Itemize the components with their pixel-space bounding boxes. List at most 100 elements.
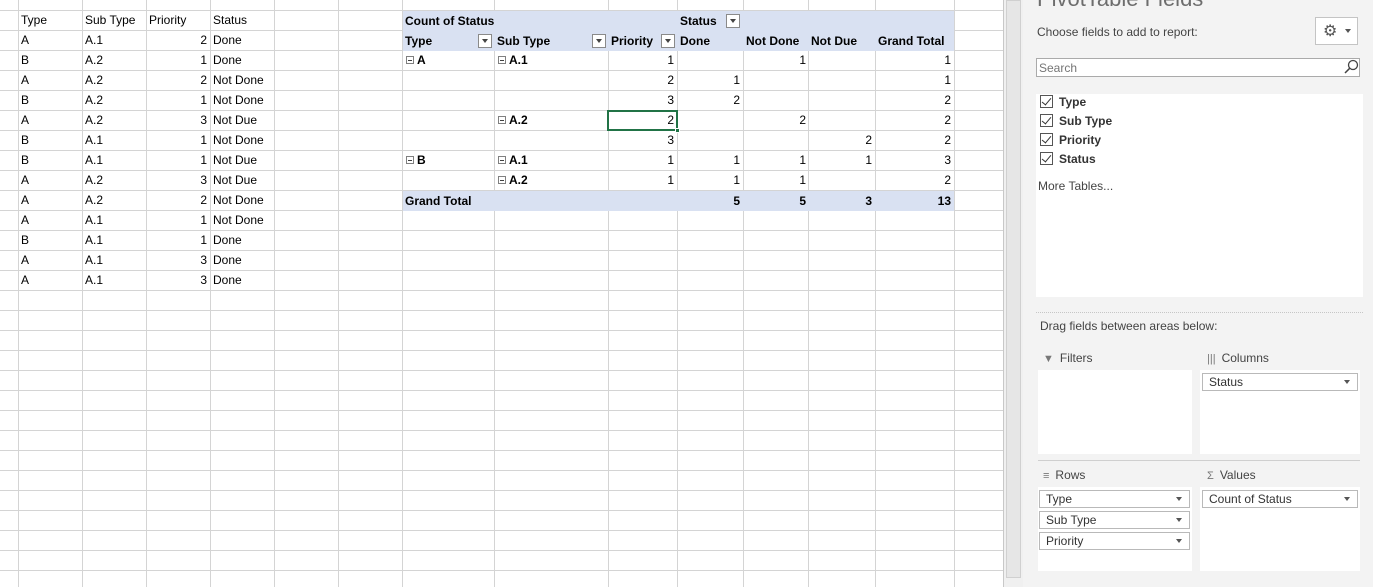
worksheet-grid[interactable]: Type Sub Type Priority Status A A.1 2 Done …: [0, 0, 1003, 587]
pivot-subtype-label[interactable]: A.2: [495, 170, 608, 190]
pivot-notdue-cell[interactable]: [808, 110, 875, 130]
pivot-type-label[interactable]: A: [403, 50, 494, 70]
pivot-col-header-notdue[interactable]: Not Due: [808, 31, 875, 51]
checkbox-checked-icon[interactable]: [1040, 95, 1053, 108]
source-cell-subtype[interactable]: A.1: [82, 210, 146, 230]
field-item-type[interactable]: Type: [1040, 93, 1086, 111]
pivot-priority-cell[interactable]: 3: [608, 130, 677, 150]
pivot-priority-cell[interactable]: 3: [608, 90, 677, 110]
pivot-notdue-cell[interactable]: 2: [808, 130, 875, 150]
pivot-notdone-cell[interactable]: 2: [743, 110, 809, 130]
field-item-priority[interactable]: Priority: [1040, 131, 1101, 149]
collapse-icon[interactable]: [498, 116, 506, 124]
columns-field-status[interactable]: Status: [1202, 373, 1358, 391]
source-cell-priority[interactable]: 3: [146, 270, 210, 290]
field-item-subtype[interactable]: Sub Type: [1040, 112, 1112, 130]
pivot-grand-done[interactable]: 5: [677, 191, 743, 211]
source-cell-status[interactable]: Not Done: [210, 130, 274, 150]
pivot-priority-cell[interactable]: 1: [608, 170, 677, 190]
source-cell-type[interactable]: A: [18, 250, 82, 270]
scrollbar-track[interactable]: [1006, 0, 1021, 578]
status-filter-dropdown[interactable]: [726, 14, 740, 28]
pivot-total-cell[interactable]: 3: [875, 150, 954, 170]
source-cell-type[interactable]: A: [18, 210, 82, 230]
source-cell-subtype[interactable]: A.2: [82, 190, 146, 210]
collapse-icon[interactable]: [498, 156, 506, 164]
source-cell-subtype[interactable]: A.2: [82, 110, 146, 130]
checkbox-checked-icon[interactable]: [1040, 152, 1053, 165]
source-cell-subtype[interactable]: A.1: [82, 250, 146, 270]
fill-handle[interactable]: [675, 128, 680, 133]
pivot-grand-notdone[interactable]: 5: [743, 191, 809, 211]
pivot-grand-notdue[interactable]: 3: [808, 191, 875, 211]
source-cell-subtype[interactable]: A.2: [82, 50, 146, 70]
checkbox-checked-icon[interactable]: [1040, 133, 1053, 146]
source-cell-type[interactable]: B: [18, 50, 82, 70]
pivot-total-cell[interactable]: 2: [875, 170, 954, 190]
collapse-icon[interactable]: [498, 176, 506, 184]
pivot-total-cell[interactable]: 1: [875, 50, 954, 70]
source-cell-subtype[interactable]: A.1: [82, 230, 146, 250]
pivot-total-cell[interactable]: 2: [875, 110, 954, 130]
pivot-notdue-cell[interactable]: [808, 170, 875, 190]
pivot-notdue-cell[interactable]: 1: [808, 150, 875, 170]
type-filter-dropdown[interactable]: [478, 34, 492, 48]
pivot-total-cell[interactable]: 2: [875, 130, 954, 150]
source-cell-subtype[interactable]: A.2: [82, 70, 146, 90]
priority-filter-dropdown[interactable]: [661, 34, 675, 48]
pivot-col-header-grandtotal[interactable]: Grand Total: [875, 31, 954, 51]
source-cell-status[interactable]: Not Done: [210, 90, 274, 110]
rows-field-subtype[interactable]: Sub Type: [1039, 511, 1190, 529]
pivot-done-cell[interactable]: [677, 110, 743, 130]
source-cell-priority[interactable]: 2: [146, 190, 210, 210]
pivot-priority-cell[interactable]: 1: [608, 50, 677, 70]
pivot-subtype-label[interactable]: A.1: [495, 50, 608, 70]
tools-button[interactable]: ⚙: [1315, 17, 1358, 45]
source-cell-status[interactable]: Done: [210, 270, 274, 290]
rows-field-type[interactable]: Type: [1039, 490, 1190, 508]
source-cell-priority[interactable]: 3: [146, 170, 210, 190]
source-cell-status[interactable]: Not Done: [210, 70, 274, 90]
pivot-notdone-cell[interactable]: 1: [743, 170, 809, 190]
pivot-notdue-cell[interactable]: [808, 70, 875, 90]
source-cell-type[interactable]: A: [18, 170, 82, 190]
source-cell-type[interactable]: A: [18, 190, 82, 210]
pivot-row-header-type[interactable]: Type: [402, 31, 476, 51]
subtype-filter-dropdown[interactable]: [592, 34, 606, 48]
pivot-row-header-subtype[interactable]: Sub Type: [494, 31, 590, 51]
pivot-total-cell[interactable]: 1: [875, 70, 954, 90]
source-cell-type[interactable]: B: [18, 150, 82, 170]
source-cell-status[interactable]: Not Due: [210, 110, 274, 130]
pivot-done-cell[interactable]: 2: [677, 90, 743, 110]
source-cell-priority[interactable]: 1: [146, 130, 210, 150]
source-cell-subtype[interactable]: A.1: [82, 150, 146, 170]
collapse-icon[interactable]: [498, 56, 506, 64]
pivot-value-header[interactable]: Count of Status: [402, 11, 494, 31]
source-cell-type[interactable]: A: [18, 30, 82, 50]
source-cell-type[interactable]: A: [18, 270, 82, 290]
source-cell-priority[interactable]: 2: [146, 70, 210, 90]
pivot-done-cell[interactable]: 1: [677, 150, 743, 170]
source-cell-status[interactable]: Not Done: [210, 210, 274, 230]
pivot-subtype-label[interactable]: A.2: [495, 110, 608, 130]
active-cell-selection[interactable]: [607, 110, 678, 131]
source-cell-status[interactable]: Done: [210, 30, 274, 50]
source-header-status[interactable]: Status: [210, 10, 274, 30]
pivot-done-cell[interactable]: [677, 50, 743, 70]
pivot-notdue-cell[interactable]: [808, 50, 875, 70]
source-cell-status[interactable]: Done: [210, 250, 274, 270]
field-item-status[interactable]: Status: [1040, 150, 1096, 168]
search-icon[interactable]: [1343, 59, 1359, 75]
pivot-done-cell[interactable]: [677, 130, 743, 150]
pivot-col-header-notdone[interactable]: Not Done: [743, 31, 809, 51]
source-cell-priority[interactable]: 1: [146, 50, 210, 70]
field-search-input[interactable]: [1036, 58, 1360, 77]
source-cell-subtype[interactable]: A.2: [82, 170, 146, 190]
source-cell-type[interactable]: B: [18, 230, 82, 250]
filters-area[interactable]: [1038, 370, 1192, 454]
pivot-notdone-cell[interactable]: [743, 90, 809, 110]
pivot-notdone-cell[interactable]: [743, 70, 809, 90]
source-cell-type[interactable]: B: [18, 90, 82, 110]
source-cell-priority[interactable]: 1: [146, 210, 210, 230]
source-cell-priority[interactable]: 3: [146, 110, 210, 130]
